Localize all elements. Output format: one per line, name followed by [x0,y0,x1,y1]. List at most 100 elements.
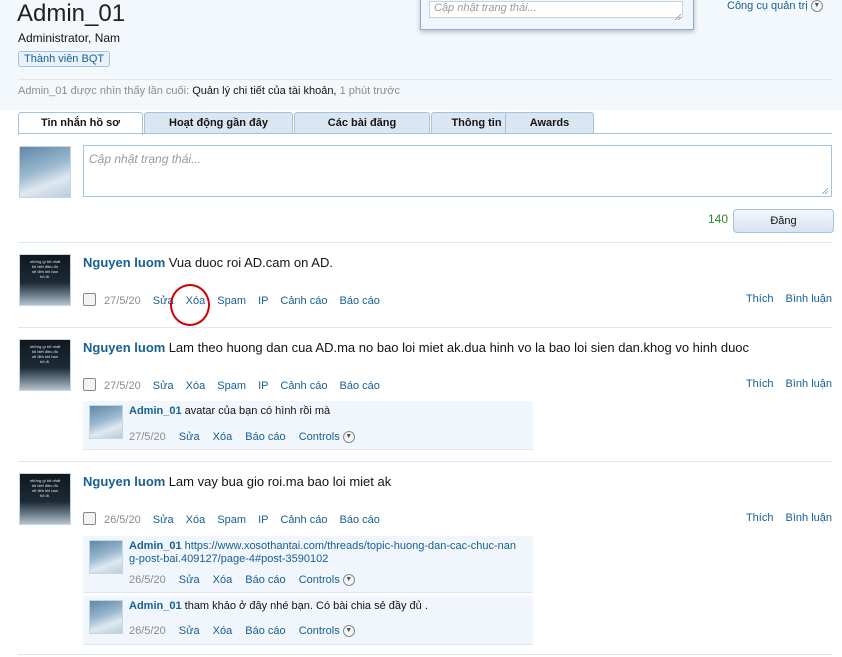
spam-link[interactable]: Spam [217,514,246,526]
message-actions: 27/5/20 Sửa Xóa Spam IP Cảnh cáo Báo cáo [83,378,380,392]
warn-link[interactable]: Cảnh cáo [280,514,327,526]
avatar[interactable]: những gì tốt nhất tôi biết điều đó sẽ đến … [19,473,71,525]
report-link[interactable]: Báo cáo [245,431,285,443]
avatar-caption: những gì tốt nhất tôi biết điều đó sẽ đến … [29,259,61,279]
message-comment: Admin_01 avatar của bạn có hình rồi mà 2… [83,401,533,450]
comment-actions: 26/5/20 Sửa Xóa Báo cáo Controls ▼ [129,625,355,638]
delete-link[interactable]: Xóa [213,574,233,586]
report-link[interactable]: Báo cáo [245,625,285,637]
report-link[interactable]: Báo cáo [340,380,380,392]
comment-link[interactable]: Bình luận [786,293,832,305]
popup-status-input[interactable]: Cập nhật trạng thái... [429,1,683,18]
comment-author[interactable]: Admin_01 [129,405,182,417]
spam-link[interactable]: Spam [217,380,246,392]
divider [18,654,832,655]
status-update-input[interactable]: Cập nhật trạng thái... [83,145,832,197]
edit-link[interactable]: Sửa [179,574,200,586]
message-author[interactable]: Nguyen luom [83,474,165,489]
comment-link[interactable]: Bình luận [786,512,832,524]
select-checkbox[interactable] [83,512,96,525]
comment-author[interactable]: Admin_01 [129,540,182,552]
edit-link[interactable]: Sửa [153,514,174,526]
profile-badge[interactable]: Thành viên BQT [18,51,111,67]
report-link[interactable]: Báo cáo [340,295,380,307]
avatar[interactable] [89,540,123,574]
character-counter: 140 [708,212,729,226]
edit-link[interactable]: Sửa [179,625,200,637]
status-placeholder: Cập nhật trạng thái... [89,152,202,166]
comment-text: tham khảo ở đây nhé bạn. Có bài chia sẻ … [184,600,428,612]
like-link[interactable]: Thích [746,378,774,390]
resize-handle-icon[interactable] [674,13,681,20]
comment-author[interactable]: Admin_01 [129,600,182,612]
ip-link[interactable]: IP [258,380,268,392]
comment-date: 26/5/20 [129,574,166,586]
avatar[interactable] [19,146,71,198]
message-social-actions: Thích Bình luận [737,378,832,390]
message-social-actions: Thích Bình luận [737,512,832,524]
chevron-down-icon: ▼ [342,574,355,587]
avatar[interactable] [89,405,123,439]
resize-handle-icon[interactable] [821,187,828,194]
ip-link[interactable]: IP [258,514,268,526]
message-date: 27/5/20 [104,295,141,307]
comment-actions: 27/5/20 Sửa Xóa Báo cáo Controls ▼ [129,431,355,444]
like-link[interactable]: Thích [746,512,774,524]
edit-link[interactable]: Sửa [153,380,174,392]
tab-postings[interactable]: Các bài đăng [294,112,430,134]
delete-link[interactable]: Xóa [213,625,233,637]
message-actions: 26/5/20 Sửa Xóa Spam IP Cảnh cáo Báo cáo [83,512,380,526]
profile-username: Admin_01 [17,0,126,27]
spam-link[interactable]: Spam [217,295,246,307]
delete-link[interactable]: Xóa [186,514,206,526]
last-seen-activity: Quản lý chi tiết của tài khoản, [192,85,337,97]
post-button[interactable]: Đăng [733,209,834,233]
comment-body: Admin_01 avatar của bạn có hình rồi mà [129,405,525,418]
like-link[interactable]: Thích [746,293,774,305]
message-text: Lam vay bua gio roi.ma bao loi miet ak [168,474,392,489]
tab-awards[interactable]: Awards [505,112,594,134]
comment-link-text[interactable]: https://www.xosothantai.com/threads/topi… [129,540,516,565]
comment-link[interactable]: Bình luận [786,378,832,390]
delete-link[interactable]: Xóa [213,431,233,443]
controls-menu[interactable]: Controls ▼ [298,574,355,587]
comment-date: 27/5/20 [129,431,166,443]
tab-profile-posts[interactable]: Tin nhắn hồ sơ [18,112,143,135]
status-update-popup: Cập nhật trạng thái... [420,0,694,30]
edit-link[interactable]: Sửa [179,431,200,443]
last-seen-prefix: Admin_01 được nhìn thấy lần cuối: [18,85,190,97]
tab-recent-activity[interactable]: Hoạt động gần đây [144,112,293,134]
divider [18,461,832,462]
delete-link[interactable]: Xóa [186,380,206,392]
divider [18,327,832,328]
chevron-down-icon: ▼ [342,431,355,444]
report-link[interactable]: Báo cáo [245,574,285,586]
message-date: 27/5/20 [104,380,141,392]
warn-link[interactable]: Cảnh cáo [280,295,327,307]
warn-link[interactable]: Cảnh cáo [280,380,327,392]
controls-label: Controls [298,574,340,586]
admin-tools-label: Công cụ quản trị [727,0,808,12]
divider [18,79,832,80]
controls-menu[interactable]: Controls ▼ [299,625,355,638]
ip-link[interactable]: IP [258,295,268,307]
message-date: 26/5/20 [104,514,141,526]
last-seen-info: Admin_01 được nhìn thấy lần cuối: Quản l… [18,85,400,97]
select-checkbox[interactable] [83,378,96,391]
controls-label: Controls [298,431,340,443]
avatar[interactable]: những gì tốt nhất tôi biết điều đó sẽ đến … [19,254,71,306]
last-seen-time: 1 phút trước [339,85,400,97]
message-author[interactable]: Nguyen luom [83,340,165,355]
message-author[interactable]: Nguyen luom [83,255,165,270]
comment-actions: 26/5/20 Sửa Xóa Báo cáo Controls ▼ [129,574,355,587]
avatar[interactable]: những gì tốt nhất tôi biết điều đó sẽ đến … [19,339,71,391]
avatar[interactable] [89,600,123,634]
admin-tools-menu[interactable]: Công cụ quản trị ▼ [727,0,823,13]
comment-body: Admin_01 https://www.xosothantai.com/thr… [129,540,519,566]
comment-text: avatar của bạn có hình rồi mà [184,405,331,417]
chevron-down-icon: ▼ [342,625,355,638]
report-link[interactable]: Báo cáo [340,514,380,526]
controls-menu[interactable]: Controls ▼ [298,431,355,444]
select-checkbox[interactable] [83,293,96,306]
divider [18,242,832,243]
